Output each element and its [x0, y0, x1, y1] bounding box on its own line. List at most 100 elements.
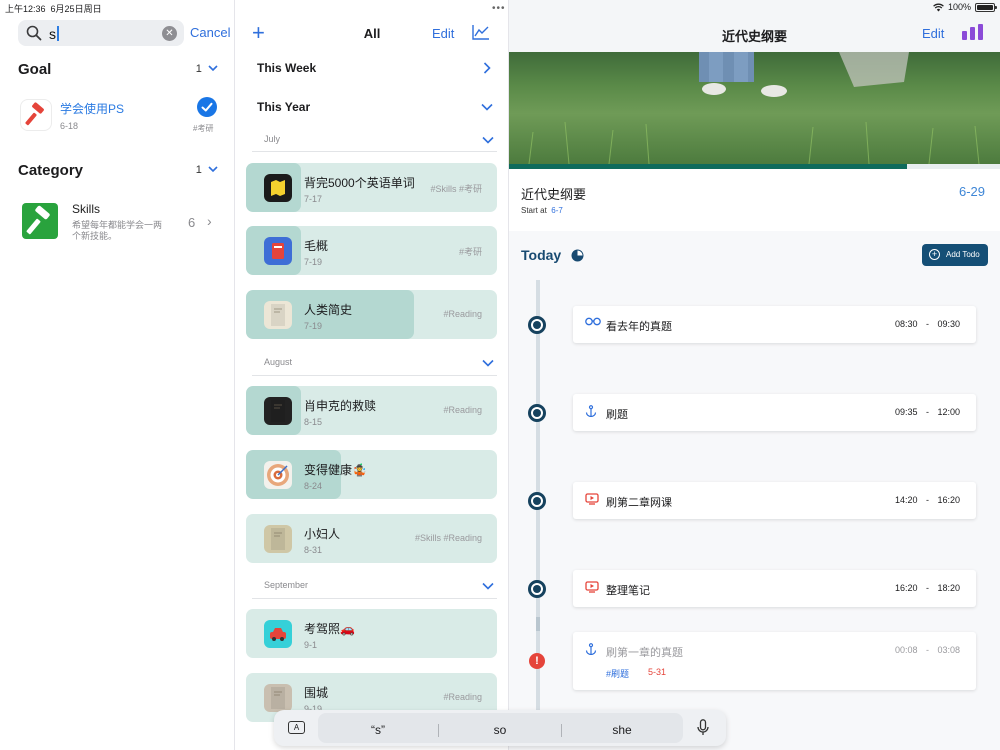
- goal-card-date: 8-24: [304, 481, 323, 491]
- suggestion-item[interactable]: “s”: [318, 723, 438, 737]
- timeline-node: [528, 316, 546, 334]
- list-edit-button[interactable]: Edit: [432, 26, 454, 41]
- timeline-scroll-indicator: [536, 617, 540, 631]
- chevron-down-icon[interactable]: [481, 103, 493, 111]
- book-icon: [264, 237, 292, 265]
- goal-card-date: 7-19: [304, 321, 323, 331]
- todo-time: 09:35 - 12:00: [894, 407, 960, 417]
- goal-card-tags: #Skills #Reading: [414, 533, 482, 543]
- goal-card-tags: #Reading: [443, 692, 482, 702]
- goal-card-date: 7-19: [304, 257, 323, 267]
- suggestion-item[interactable]: so: [440, 723, 560, 737]
- goal-card-tags: #Skills #考研: [430, 184, 482, 194]
- this-week-row[interactable]: This Week: [257, 61, 316, 75]
- anchor-icon: [585, 405, 597, 420]
- goal-tag: #考研: [193, 124, 214, 133]
- goal-card-title: 围城: [304, 686, 329, 700]
- battery-percent: 100%: [947, 2, 971, 12]
- goal-card[interactable]: 考驾照🚗 9-1: [246, 609, 497, 658]
- status-right: 100%: [933, 2, 997, 12]
- category-title[interactable]: Skills: [72, 202, 100, 216]
- goal-card-title: 小妇人: [304, 527, 341, 541]
- glasses-icon: [585, 317, 601, 329]
- todo-name: 刷题: [606, 409, 628, 421]
- divider: [252, 598, 497, 599]
- chevron-down-icon: [208, 166, 218, 173]
- todo-time: 14:20 - 16:20: [894, 495, 960, 505]
- goal-card-title: 变得健康🤹: [304, 463, 367, 477]
- goal-card[interactable]: 肖申克的救赎 8-15 #Reading: [246, 386, 497, 435]
- todo-date: 5-31: [648, 667, 667, 677]
- goal-card[interactable]: 背完5000个英语单词 7-17 #Skills #考研: [246, 163, 497, 212]
- goal-date: 6-18: [60, 121, 79, 131]
- goal-section-title: Goal: [18, 61, 52, 78]
- timeline-node: [528, 404, 546, 422]
- anchor-icon: [585, 643, 597, 658]
- goal-card-date: 9-1: [304, 640, 318, 650]
- book-cover-icon: [264, 525, 292, 553]
- goal-section-toggle[interactable]: 1: [196, 63, 218, 75]
- month-header-july: July: [264, 134, 281, 144]
- todo-time: 08:30 - 09:30: [894, 319, 960, 329]
- map-icon: [264, 174, 292, 202]
- add-todo-button[interactable]: + Add Todo: [922, 244, 988, 266]
- divider: [438, 724, 439, 737]
- completed-check-icon[interactable]: [197, 97, 217, 117]
- book-cover-icon: [264, 397, 292, 425]
- category-section-toggle[interactable]: 1: [196, 164, 218, 176]
- todo-name: 刷第一章的真题: [606, 647, 683, 659]
- todo-item[interactable]: 刷第二章网课 14:20 - 16:20: [573, 482, 976, 519]
- todo-time: 00:08 - 03:08: [894, 645, 960, 655]
- chevron-down-icon[interactable]: [482, 359, 494, 367]
- goal-title[interactable]: 学会使用PS: [60, 100, 124, 117]
- goal-card[interactable]: 变得健康🤹 8-24: [246, 450, 497, 499]
- plus-circle-icon: +: [929, 249, 940, 260]
- wifi-icon: [933, 3, 944, 11]
- goal-card[interactable]: 小妇人 8-31 #Skills #Reading: [246, 514, 497, 563]
- line-chart-icon[interactable]: [472, 24, 490, 40]
- pie-clock-icon[interactable]: [571, 249, 584, 262]
- goal-card-title: 毛概: [304, 239, 329, 253]
- this-year-row[interactable]: This Year: [257, 100, 310, 114]
- chevron-down-icon[interactable]: [482, 136, 494, 144]
- todo-item[interactable]: 刷题 09:35 - 12:00: [573, 394, 976, 431]
- chevron-right-icon[interactable]: ›: [207, 213, 212, 229]
- chevron-down-icon[interactable]: [482, 582, 494, 590]
- divider: [252, 151, 497, 152]
- detail-edit-button[interactable]: Edit: [922, 26, 944, 41]
- search-pane: s ✕ Cancel Goal 1 学会使用PS 6-18 #考研 Catego…: [0, 0, 235, 750]
- bar-chart-icon[interactable]: [962, 24, 984, 40]
- goal-card-tags: #考研: [458, 247, 482, 257]
- suggestions: “s” so she: [318, 713, 683, 743]
- battery-icon: [975, 2, 997, 12]
- goal-due-date: 6-29: [959, 184, 986, 199]
- keyboard-format-icon[interactable]: A: [288, 721, 305, 734]
- goal-name: 近代史纲要: [521, 187, 587, 202]
- todo-name: 看去年的真题: [606, 321, 672, 333]
- suggestion-item[interactable]: she: [562, 723, 682, 737]
- hammer-icon: [22, 203, 58, 239]
- goal-card-date: 8-31: [304, 545, 323, 555]
- goal-card[interactable]: 毛概 7-19 #考研: [246, 226, 497, 275]
- todo-item[interactable]: 整理笔记 16:20 - 18:20: [573, 570, 976, 607]
- goal-card-title: 背完5000个英语单词: [304, 176, 415, 190]
- chevron-right-icon[interactable]: [483, 62, 491, 74]
- keyboard-suggestion-bar: A “s” so she: [274, 710, 726, 746]
- todo-item[interactable]: 刷第一章的真题 00:08 - 03:08 #刷题 5-31: [573, 632, 976, 690]
- goal-card[interactable]: 人类简史 7-19 #Reading: [246, 290, 497, 339]
- status-bar: 上午12:36 6月25日周日 100%: [0, 0, 1000, 14]
- clear-search-icon[interactable]: ✕: [162, 26, 177, 41]
- todo-item[interactable]: 看去年的真题 08:30 - 09:30: [573, 306, 976, 343]
- goal-cover-image: [509, 52, 1000, 164]
- goal-card-date: 7-17: [304, 194, 323, 204]
- book-cover-icon: [264, 684, 292, 712]
- category-section-title: Category: [18, 162, 84, 179]
- timeline-node: [528, 580, 546, 598]
- goal-card-tags: #Reading: [443, 405, 482, 415]
- todo-time: 16:20 - 18:20: [894, 583, 960, 593]
- search-input[interactable]: s ✕: [18, 20, 184, 46]
- cancel-button[interactable]: Cancel: [190, 25, 230, 40]
- goal-card-title: 肖申克的救赎: [304, 399, 377, 413]
- microphone-icon[interactable]: [697, 719, 709, 736]
- book-cover-icon: [264, 301, 292, 329]
